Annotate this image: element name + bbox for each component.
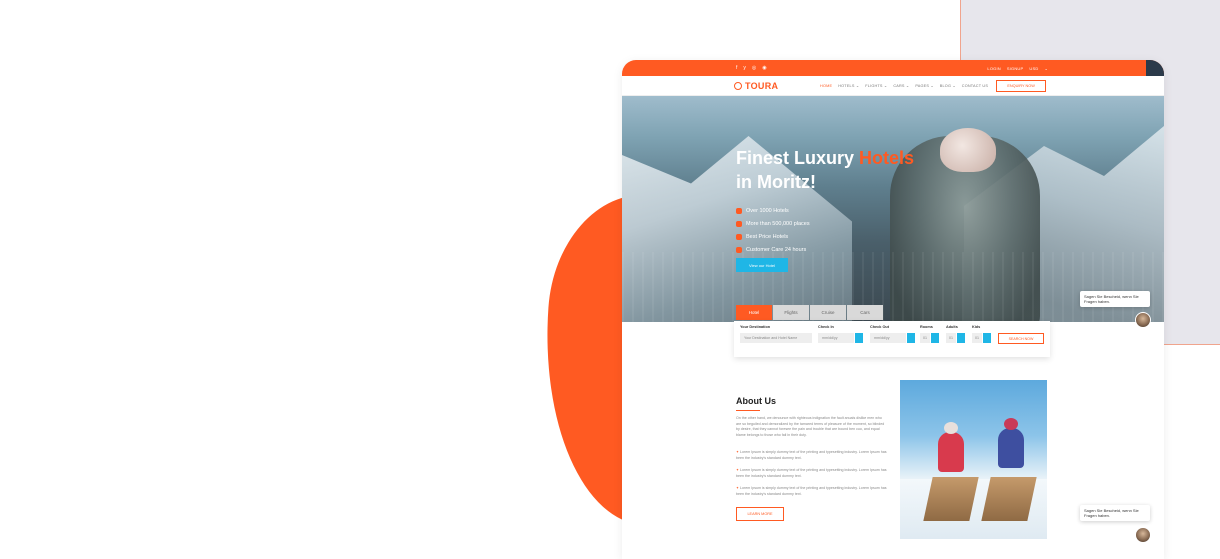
chevron-down-icon[interactable]: ⌄ [1044, 66, 1048, 71]
destination-input[interactable]: Your Destination and Hotel Name [740, 333, 812, 343]
tab-cars[interactable]: Cars [847, 305, 883, 320]
hero-title-highlight: Hotels [859, 148, 915, 168]
booking-form: Your Destination Your Destination and Ho… [734, 321, 1050, 357]
view-hotel-button[interactable]: View our Hotel [736, 258, 788, 272]
corner-badge [1146, 60, 1164, 76]
account-links: LOGIN SIGNUP USD ⌄ [987, 66, 1048, 71]
hero-image-railing [622, 252, 1164, 322]
hero-banner: Finest Luxury Hotels in Moritz! Over 100… [622, 96, 1164, 322]
tab-cruise[interactable]: Cruise [810, 305, 846, 320]
about-image-chair-left [923, 477, 979, 521]
calendar-icon[interactable] [907, 333, 915, 343]
hero-title-part2: in Moritz! [736, 172, 816, 192]
list-item: Best Price Hotels [736, 230, 810, 243]
kids-stepper[interactable] [983, 333, 991, 343]
checkin-label: Check In [818, 325, 834, 329]
feature-text: Best Price Hotels [746, 233, 789, 240]
feature-text: More than 500,000 places [746, 220, 810, 227]
hotel-icon [736, 207, 742, 214]
tab-flights[interactable]: Flights [773, 305, 809, 320]
checkout-label: Check Out [870, 325, 889, 329]
search-button[interactable]: SEARCH NOW [998, 333, 1044, 344]
hero-features: Over 1000 Hotels More than 500,000 place… [736, 204, 810, 256]
about-image-skier-right [998, 428, 1024, 468]
phone-icon [736, 246, 742, 253]
nav-item-flights[interactable]: FLIGHTS ⌄ [865, 83, 887, 88]
about-image-chair-right [981, 477, 1037, 521]
list-item: Customer Care 24 hours [736, 243, 810, 256]
rooms-label: Rooms [920, 325, 933, 329]
dribbble-icon[interactable]: ◉ [762, 65, 766, 71]
adults-label: Adults [946, 325, 958, 329]
nav-item-home[interactable]: HOME [820, 84, 832, 88]
booking-tabs: Hotel Flights Cruise Cars [736, 305, 883, 320]
about-image-helmet-right [1004, 418, 1018, 430]
rooms-field[interactable]: 01 [920, 333, 930, 343]
adults-field[interactable]: 01 [946, 333, 956, 343]
nav-item-hotels[interactable]: HOTELS ⌄ [838, 83, 859, 88]
kids-field[interactable]: 01 [972, 333, 982, 343]
bullet-text: Lorem Ipsum is simply dummy text of the … [736, 450, 887, 460]
signup-link[interactable]: SIGNUP [1007, 66, 1024, 71]
nav-item-blog[interactable]: BLOG ⌄ [940, 83, 956, 88]
chat-bubble[interactable]: Sagen Sie Bescheid, wenn Sie Fragen habe… [1080, 505, 1150, 521]
adults-stepper[interactable] [957, 333, 965, 343]
feature-text: Over 1000 Hotels [746, 207, 789, 214]
checkout-input[interactable]: mm/dd/yy [870, 333, 906, 343]
website-preview: f y ◎ ◉ LOGIN SIGNUP USD ⌄ TOURA HOME HO… [622, 60, 1164, 559]
location-icon [736, 220, 742, 227]
logo[interactable]: TOURA [734, 81, 820, 91]
about-bullet: ✦ Lorem Ipsum is simply dummy text of th… [736, 468, 888, 479]
list-item: Over 1000 Hotels [736, 204, 810, 217]
nav-menu: HOME HOTELS ⌄ FLIGHTS ⌄ CARS ⌄ PAGES ⌄ B… [820, 83, 988, 89]
nav-item-cars[interactable]: CARS ⌄ [893, 83, 909, 88]
social-links: f y ◎ ◉ [736, 65, 767, 71]
checkin-input[interactable]: mm/dd/yy [818, 333, 854, 343]
bullet-text: Lorem Ipsum is simply dummy text of the … [736, 486, 887, 496]
bullet-text: Lorem Ipsum is simply dummy text of the … [736, 468, 887, 478]
logo-text: TOURA [745, 80, 779, 91]
price-tag-icon [736, 233, 742, 240]
chat-avatar[interactable] [1135, 527, 1151, 543]
chat-bubble[interactable]: Sagen Sie Bescheid, wenn Sie Fragen habe… [1080, 291, 1150, 307]
tab-hotel[interactable]: Hotel [736, 305, 772, 320]
chat-avatar[interactable] [1135, 312, 1151, 328]
about-bullet: ✦ Lorem Ipsum is simply dummy text of th… [736, 486, 888, 497]
main-nav: TOURA HOME HOTELS ⌄ FLIGHTS ⌄ CARS ⌄ PAG… [622, 76, 1164, 96]
twitter-icon[interactable]: y [743, 65, 746, 71]
calendar-icon[interactable] [855, 333, 863, 343]
about-image-skier-left [938, 432, 964, 472]
facebook-icon[interactable]: f [736, 65, 737, 71]
list-item: More than 500,000 places [736, 217, 810, 230]
enquiry-button[interactable]: ENQUIRY NOW [996, 79, 1047, 92]
learn-more-button[interactable]: LEARN MORE [736, 507, 784, 521]
nav-item-pages[interactable]: PAGES ⌄ [915, 83, 933, 88]
top-bar: f y ◎ ◉ LOGIN SIGNUP USD ⌄ [622, 60, 1164, 76]
about-bullet: ✦ Lorem Ipsum is simply dummy text of th… [736, 450, 888, 461]
hero-image-hat [940, 128, 996, 172]
feature-text: Customer Care 24 hours [746, 246, 807, 253]
rooms-stepper[interactable] [931, 333, 939, 343]
about-title: About Us [736, 396, 776, 406]
destination-label: Your Destination [740, 325, 771, 329]
nav-item-contact[interactable]: CONTACT US [962, 84, 988, 88]
about-intro: On the other hand, we denounce with righ… [736, 416, 885, 437]
currency-select[interactable]: USD [1029, 66, 1038, 71]
login-link[interactable]: LOGIN [987, 66, 1000, 71]
hero-title: Finest Luxury Hotels in Moritz! [736, 146, 914, 194]
hero-title-part1: Finest Luxury [736, 148, 860, 168]
instagram-icon[interactable]: ◎ [752, 65, 756, 71]
logo-icon [734, 81, 742, 90]
about-divider [736, 410, 760, 411]
kids-label: Kids [972, 325, 981, 329]
about-image [900, 380, 1047, 539]
about-image-helmet-left [944, 422, 958, 434]
